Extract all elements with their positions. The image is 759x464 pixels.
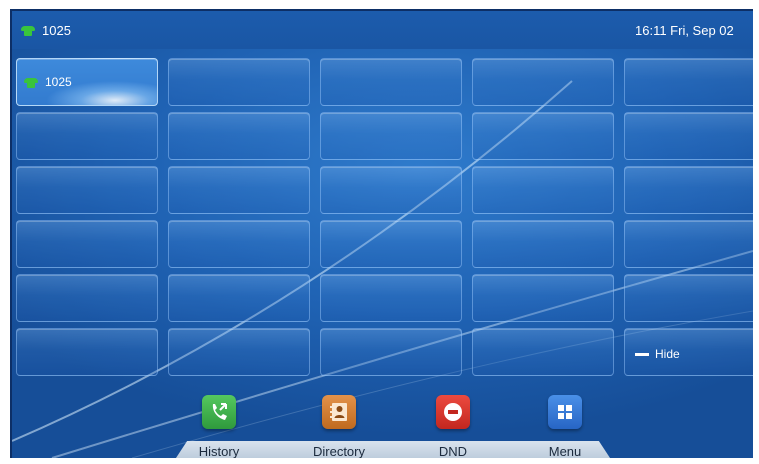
phone-screen: 1025 16:11 Fri, Sep 02 1025 Hide History… [10,9,753,458]
line-key[interactable] [168,220,310,268]
menu-label: Menu [548,444,582,458]
directory-label: Directory [312,444,365,458]
line-key[interactable] [168,166,310,214]
line-key[interactable] [320,328,462,376]
date-time: 16:11 Fri, Sep 02 [635,23,734,38]
line-key[interactable] [168,112,310,160]
line-key[interactable] [168,58,310,106]
line-key[interactable] [16,220,158,268]
registered-phone-icon [20,26,36,36]
status-bar: 1025 16:11 Fri, Sep 02 [12,11,753,49]
line-key-label: 1025 [45,75,72,89]
line-key[interactable] [624,166,753,214]
line-key[interactable] [472,328,614,376]
line-key[interactable] [624,58,753,106]
no-entry-icon [436,395,470,429]
line-key[interactable] [16,112,158,160]
line-key[interactable] [320,166,462,214]
line-key[interactable] [320,220,462,268]
contact-card-icon [322,395,356,429]
line-key[interactable] [16,328,158,376]
line-key[interactable] [320,274,462,322]
hide-label: Hide [655,347,680,361]
line-key[interactable] [472,58,614,106]
minus-icon [635,353,649,356]
line-key[interactable] [16,274,158,322]
history-label: History [198,444,240,458]
line-key[interactable] [472,112,614,160]
account-number: 1025 [42,23,71,38]
line-key[interactable] [472,166,614,214]
hide-key[interactable]: Hide [624,328,753,376]
line-key[interactable] [624,220,753,268]
softkey-bar: History Directory DND Menu [12,387,753,458]
phone-history-icon [202,395,236,429]
line-key[interactable] [472,274,614,322]
grid-menu-icon [548,395,582,429]
line-key-1025[interactable]: 1025 [16,58,158,106]
line-key[interactable] [320,58,462,106]
dnd-label: DND [438,444,468,458]
line-key[interactable] [624,112,753,160]
registered-phone-icon [23,78,39,88]
line-key[interactable] [472,220,614,268]
line-key[interactable] [168,274,310,322]
line-key[interactable] [624,274,753,322]
line-key[interactable] [168,328,310,376]
line-key[interactable] [320,112,462,160]
line-key[interactable] [16,166,158,214]
